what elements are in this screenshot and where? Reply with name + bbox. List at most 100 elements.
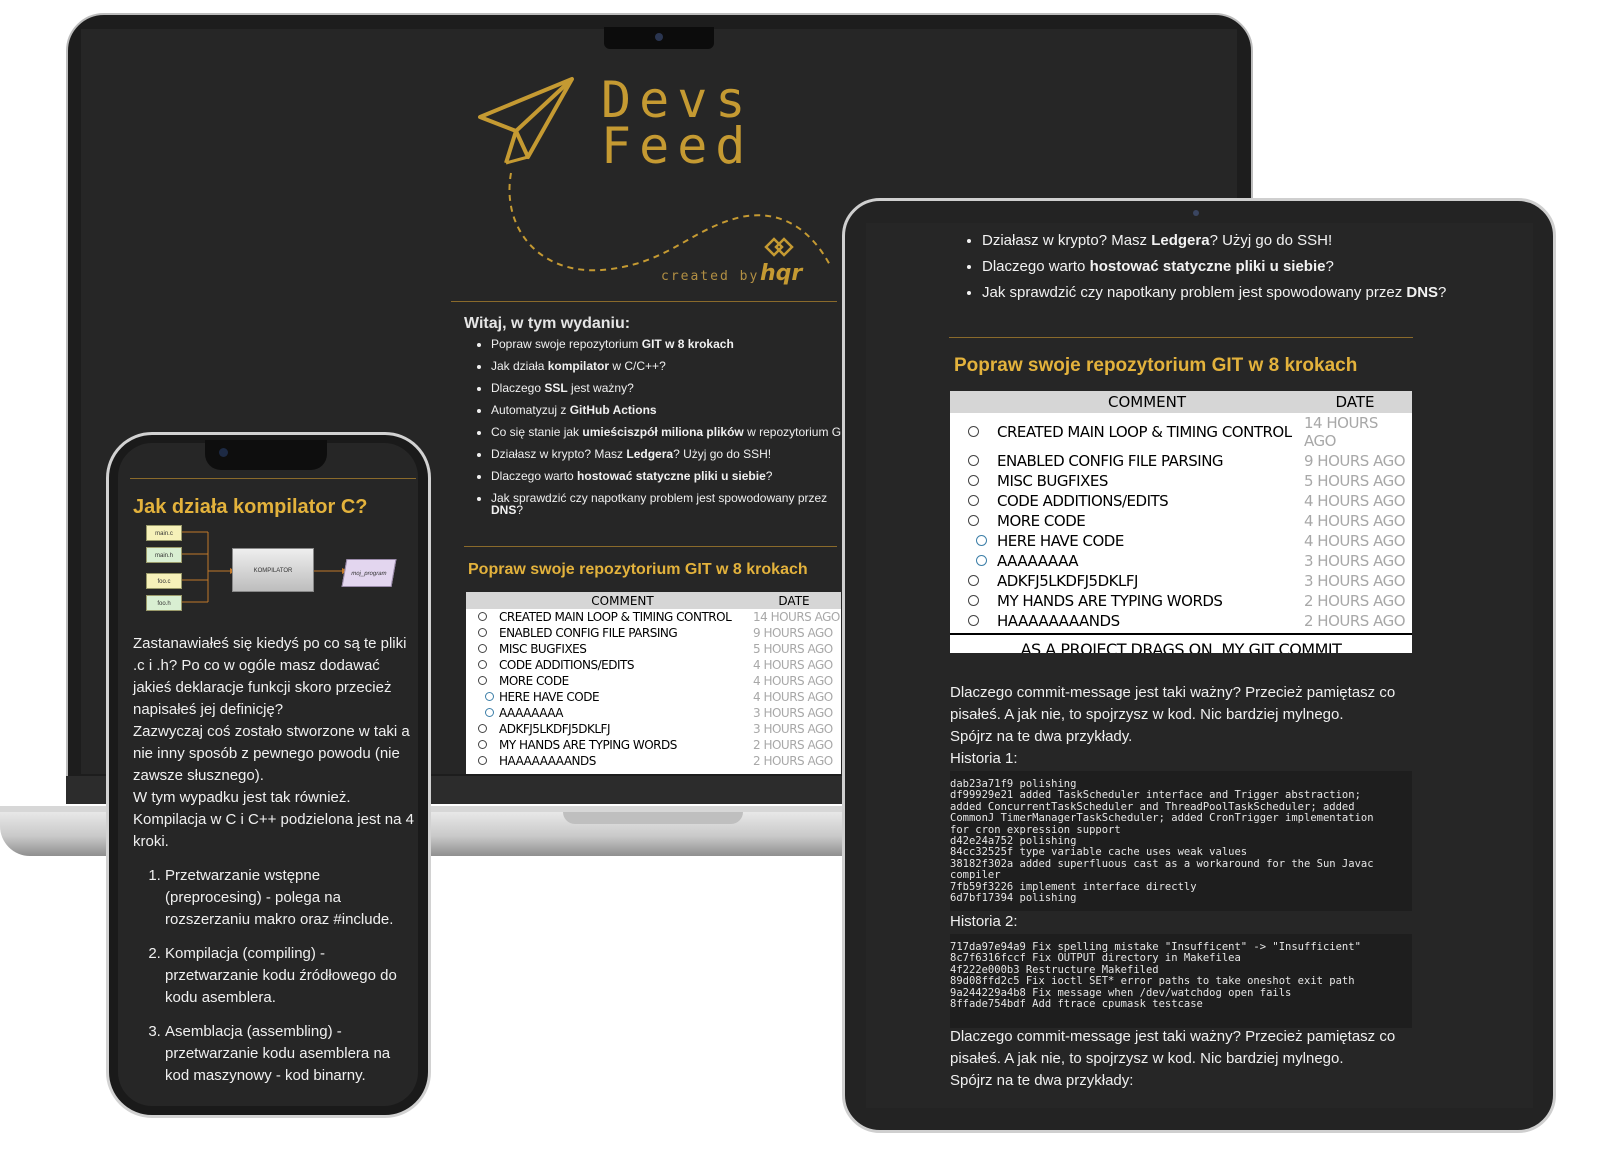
laptop-lid-notch xyxy=(563,812,743,824)
commit-node-icon xyxy=(967,455,979,466)
step-item: Przetwarzanie wstępne (preprocesing) - p… xyxy=(165,865,415,931)
compiler-box: KOMPILATOR xyxy=(232,548,314,592)
commit-node-icon xyxy=(967,575,979,586)
toc-item[interactable]: Działasz w krypto? Masz Ledgera? Użyj go… xyxy=(982,233,1452,248)
commit-date: 9 HOURS AGO xyxy=(753,626,833,640)
column-header-date: DATE xyxy=(1298,391,1412,413)
history-1-label: Historia 1: xyxy=(950,750,1018,767)
file-box: foo.h xyxy=(146,595,182,611)
commit-row: CODE ADDITIONS/EDITS 4 HOURS AGO xyxy=(950,491,1412,511)
commit-comment: HERE HAVE CODE xyxy=(997,532,1124,550)
commit-row: MISC BUGFIXES 5 HOURS AGO xyxy=(466,641,841,657)
commit-date: 4 HOURS AGO xyxy=(753,658,833,672)
toc-item[interactable]: Jak sprawdzić czy napotkany problem jest… xyxy=(982,285,1452,300)
commit-node-icon xyxy=(477,724,487,733)
section-divider xyxy=(949,337,1413,338)
output-box: moj_program xyxy=(341,559,397,587)
commit-node-icon xyxy=(485,692,494,701)
commit-node-icon xyxy=(477,628,487,637)
commit-row: CREATED MAIN LOOP & TIMING CONTROL 14 HOU… xyxy=(950,413,1412,451)
commit-node-icon xyxy=(967,495,979,506)
phone-article-title: Jak działa kompilator C? xyxy=(133,496,368,518)
commit-node-icon xyxy=(967,475,979,486)
commit-row: ENABLED CONFIG FILE PARSING 9 HOURS AGO xyxy=(950,451,1412,471)
commit-comment: MORE CODE xyxy=(499,674,569,688)
paper-plane-icon xyxy=(478,77,574,165)
tablet-paragraph-2: Spójrz na te dwa przykłady. xyxy=(950,728,1133,745)
commit-row: AAAAAAAA 3 HOURS AGO xyxy=(950,551,1412,571)
camera-icon xyxy=(1193,210,1199,216)
commit-comment: HERE HAVE CODE xyxy=(499,690,600,704)
toc-item[interactable]: Działasz w krypto? Masz Ledgera? Użyj go… xyxy=(491,448,861,460)
commit-comment: HAAAAAAAANDS xyxy=(997,612,1120,630)
commit-row: HAAAAAAAANDS 2 HOURS AGO xyxy=(950,611,1412,631)
phone-paragraph: Kompilacja w C i C++ podzielona jest na … xyxy=(133,811,414,850)
header-divider xyxy=(451,301,837,302)
commit-node-icon xyxy=(477,660,487,669)
commit-date: 3 HOURS AGO xyxy=(753,722,833,736)
commit-row: CREATED MAIN LOOP & TIMING CONTROL 14 HOU… xyxy=(466,609,841,625)
commit-date: 2 HOURS AGO xyxy=(753,754,833,768)
logo-word-feed: Feed xyxy=(601,117,754,175)
toc-item[interactable]: Dlaczego warto hostować statyczne pliki … xyxy=(982,259,1452,274)
commit-comment: CREATED MAIN LOOP & TIMING CONTROL xyxy=(499,610,732,624)
tablet-screen: Działasz w krypto? Masz Ledgera? Użyj go… xyxy=(866,223,1533,1108)
commit-comment: MY HANDS ARE TYPING WORDS xyxy=(499,738,677,752)
column-header-comment: COMMENT xyxy=(498,592,747,609)
comic-caption: AS A PROJECT DRAGS ON, MY GIT COMMIT MES… xyxy=(950,633,1412,653)
commit-node-icon xyxy=(967,515,979,526)
commit-row: MORE CODE 4 HOURS AGO xyxy=(950,511,1412,531)
tablet-paragraph: Dlaczego commit-message jest taki ważny?… xyxy=(950,684,1396,723)
commit-node-icon xyxy=(477,740,487,749)
commit-comment: CODE ADDITIONS/EDITS xyxy=(499,658,634,672)
tablet-paragraph-4: Spójrz na te dwa przykłady: xyxy=(950,1072,1134,1089)
commit-row: HAAAAAAAANDS 2 HOURS AGO xyxy=(466,753,841,769)
commit-date: 9 HOURS AGO xyxy=(1304,452,1406,470)
phone-paragraph: W tym wypadku jest tak również. xyxy=(133,789,351,806)
commit-node-icon xyxy=(967,615,979,626)
commit-node-icon xyxy=(976,535,987,546)
commit-comment: HAAAAAAAANDS xyxy=(499,754,596,768)
commit-comment: AAAAAAAA xyxy=(997,552,1079,570)
phone-article-body: Zastanawiałeś się kiedyś po co są te pli… xyxy=(133,633,415,1099)
history-1-code-block: dab23a71f9 polishing df99929e21 added Ta… xyxy=(950,771,1412,911)
toc-item[interactable]: Jak działa kompilator w C/C++? xyxy=(491,360,861,372)
commit-date: 4 HOURS AGO xyxy=(1304,492,1406,510)
section-divider xyxy=(464,546,837,547)
commit-date: 3 HOURS AGO xyxy=(1304,572,1406,590)
created-by-label: created by: xyxy=(661,269,770,284)
commit-date: 4 HOURS AGO xyxy=(1304,512,1406,530)
newsletter-intro: Witaj, w tym wydaniu: xyxy=(464,315,631,332)
commit-comment: MY HANDS ARE TYPING WORDS xyxy=(997,592,1223,610)
toc-item[interactable]: Automatyzuj z GitHub Actions xyxy=(491,404,861,416)
commit-comment: ADKFJ5LKDFJ5DKLFJ xyxy=(499,722,611,736)
commit-comment: MISC BUGFIXES xyxy=(997,472,1108,490)
commit-comment: AAAAAAAA xyxy=(499,706,564,720)
commit-date: 3 HOURS AGO xyxy=(1304,552,1406,570)
commit-node-icon xyxy=(976,555,987,566)
tablet-paragraph-3: Dlaczego commit-message jest taki ważny?… xyxy=(950,1028,1396,1067)
toc-item[interactable]: Popraw swoje repozytorium GIT w 8 krokac… xyxy=(491,338,861,350)
commit-comment: CREATED MAIN LOOP & TIMING CONTROL xyxy=(997,423,1292,441)
commit-date: 2 HOURS AGO xyxy=(753,738,833,752)
commit-row: ADKFJ5LKDFJ5DKLFJ 3 HOURS AGO xyxy=(950,571,1412,591)
commit-table: COMMENT DATE CREATED MAIN LOOP & TIMING … xyxy=(950,391,1412,631)
toc-item[interactable]: Co się stanie jak umieściszpół miliona p… xyxy=(491,426,861,438)
column-header-date: DATE xyxy=(747,592,841,609)
commit-date: 4 HOURS AGO xyxy=(753,674,833,688)
commit-date: 5 HOURS AGO xyxy=(753,642,833,656)
commit-row: HERE HAVE CODE 4 HOURS AGO xyxy=(950,531,1412,551)
commit-table: COMMENT DATE CREATED MAIN LOOP & TIMING … xyxy=(466,592,841,769)
toc-item[interactable]: Dlaczego warto hostować statyczne pliki … xyxy=(491,470,861,482)
file-box: main.c xyxy=(146,525,182,541)
history-2-label: Historia 2: xyxy=(950,913,1018,930)
phone-paragraph: Zazwyczaj coś zostało stworzone w taki a… xyxy=(133,723,410,784)
commit-comment: ENABLED CONFIG FILE PARSING xyxy=(997,452,1224,470)
history-2-code-block: 717da97e94a9 Fix spelling mistake "Insuf… xyxy=(950,934,1412,1028)
commit-date: 14 HOURS AGO xyxy=(753,610,840,624)
commit-date: 3 HOURS AGO xyxy=(753,706,833,720)
commit-date: 4 HOURS AGO xyxy=(753,690,833,704)
commit-row: MISC BUGFIXES 5 HOURS AGO xyxy=(950,471,1412,491)
toc-item[interactable]: Dlaczego SSL jest ważny? xyxy=(491,382,861,394)
toc-item[interactable]: Jak sprawdzić czy napotkany problem jest… xyxy=(491,492,861,516)
